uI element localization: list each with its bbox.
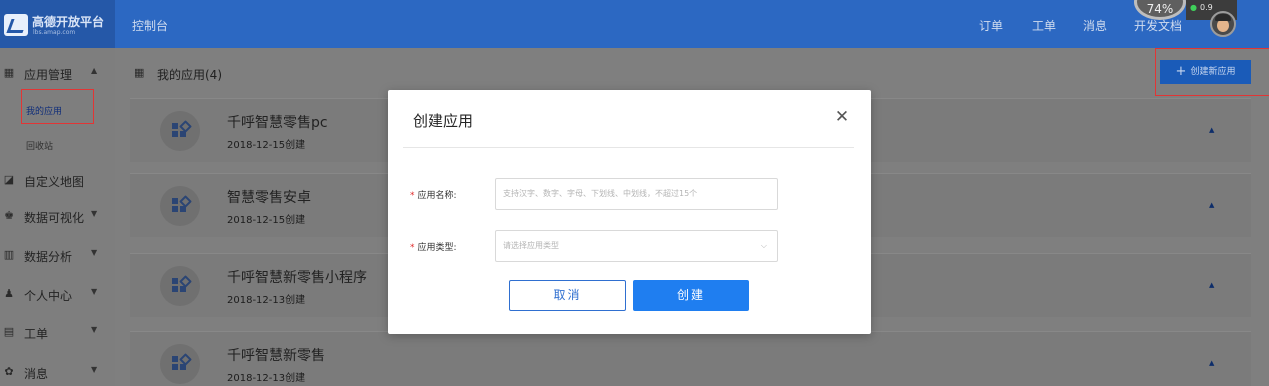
sidebar-item-data-visualization[interactable]: ♚ 数据可视化 ▼ (0, 197, 115, 235)
analytics-icon: ▥ (3, 248, 15, 261)
ticket-icon: ▤ (3, 325, 15, 338)
user-icon: ♟ (4, 287, 14, 300)
highlight-box-my-apps (21, 89, 94, 124)
caret-down-icon: ▼ (91, 209, 98, 218)
logo-subtext: lbs.amap.com (33, 29, 76, 36)
app-name: 智慧零售安卓 (227, 190, 311, 206)
highlight-box-create-button (1155, 48, 1269, 96)
sidebar-item-custom-map[interactable]: ◪ 自定义地图 (0, 161, 115, 199)
caret-down-icon: ▼ (91, 365, 98, 374)
speed-value: 0.9 (1199, 3, 1213, 12)
caret-down-icon: ▼ (91, 325, 98, 334)
caret-down-icon: ▼ (91, 248, 98, 257)
sidebar-item-label: 工单 (24, 327, 49, 341)
nav-messages[interactable]: 消息 (1083, 17, 1107, 34)
app-icon (160, 344, 200, 384)
nav-tickets[interactable]: 工单 (1032, 17, 1056, 34)
sidebar-item-data-analysis[interactable]: ▥ 数据分析 ▼ (0, 236, 115, 274)
caret-up-icon[interactable]: ▲ (1209, 126, 1214, 134)
app-name-label-text: 应用名称: (417, 191, 457, 201)
sidebar-item-personal-center[interactable]: ♟ 个人中心 ▼ (0, 275, 115, 313)
console-link[interactable]: 控制台 (132, 17, 168, 34)
sidebar-item-messages[interactable]: ✿ 消息 ▼ (0, 353, 115, 386)
app-type-label: * 应用类型: (410, 240, 457, 253)
sidebar-item-app-management[interactable]: ▦ 应用管理 ▲ (0, 54, 115, 92)
app-created-date: 2018-12-13创建 (227, 295, 306, 306)
avatar[interactable] (1210, 11, 1236, 37)
chart-icon: ♚ (4, 209, 14, 222)
sidebar-item-label: 个人中心 (24, 289, 73, 303)
app-icon (160, 111, 200, 151)
app-created-date: 2018-12-15创建 (227, 215, 306, 226)
app-icon (160, 186, 200, 226)
logo-icon (4, 14, 28, 36)
chevron-down-icon: ⌵ (760, 241, 767, 250)
logo-text: 高德开放平台 (32, 15, 105, 29)
app-type-placeholder: 请选择应用类型 (503, 241, 559, 250)
app-created-date: 2018-12-15创建 (227, 140, 306, 151)
sidebar-item-recycle-bin[interactable]: 回收站 (26, 139, 53, 152)
create-button[interactable]: 创建 (633, 280, 749, 311)
page-title: 我的应用(4) (157, 68, 222, 82)
sidebar-item-label: 消息 (24, 367, 49, 381)
cancel-button[interactable]: 取消 (509, 280, 626, 311)
caret-up-icon[interactable]: ▲ (1209, 281, 1214, 289)
map-icon: ◪ (3, 173, 15, 186)
speed-percent: 74% (1146, 2, 1174, 16)
divider (403, 147, 854, 148)
app-name: 千呼智慧新零售小程序 (227, 270, 367, 286)
app-name-input[interactable]: 支持汉字、数字、字母、下划线、中划线，不超过15个 (495, 178, 778, 210)
sidebar-item-label: 自定义地图 (24, 175, 85, 189)
app-name: 千呼智慧新零售 (227, 348, 325, 364)
caret-up-icon[interactable]: ▲ (1209, 201, 1214, 209)
grid-icon: ▦ (134, 66, 145, 79)
sidebar-item-tickets[interactable]: ▤ 工单 ▼ (0, 313, 115, 351)
app-name-label: * 应用名称: (410, 188, 457, 201)
upload-arrow-icon: ● (1190, 3, 1197, 12)
caret-up-icon: ▲ (91, 66, 98, 75)
message-icon: ✿ (4, 365, 14, 378)
dialog-title: 创建应用 (413, 112, 474, 130)
app-type-select[interactable]: 请选择应用类型 ⌵ (495, 230, 778, 262)
create-app-dialog: 创建应用 ✕ * 应用名称: 支持汉字、数字、字母、下划线、中划线，不超过15个 … (388, 90, 871, 334)
app-card[interactable]: 千呼智慧新零售 2018-12-13创建 ▲ (130, 331, 1251, 386)
required-mark: * (410, 243, 415, 253)
required-mark: * (410, 191, 415, 201)
grid-icon: ▦ (3, 66, 15, 79)
nav-orders[interactable]: 订单 (979, 17, 1003, 34)
app-icon (160, 266, 200, 306)
caret-down-icon: ▼ (91, 287, 98, 296)
top-header: 高德开放平台 lbs.amap.com 控制台 订单 工单 消息 开发文档 74… (0, 0, 1269, 48)
logo[interactable]: 高德开放平台 lbs.amap.com (0, 0, 115, 48)
app-name: 千呼智慧零售pc (227, 115, 328, 131)
sidebar-item-label: 应用管理 (24, 68, 73, 82)
close-icon[interactable]: ✕ (832, 107, 852, 127)
app-type-label-text: 应用类型: (417, 243, 457, 253)
caret-up-icon[interactable]: ▲ (1209, 359, 1214, 367)
sidebar-item-label: 数据可视化 (24, 211, 85, 225)
app-created-date: 2018-12-13创建 (227, 373, 306, 384)
sidebar-item-label: 数据分析 (24, 250, 73, 264)
